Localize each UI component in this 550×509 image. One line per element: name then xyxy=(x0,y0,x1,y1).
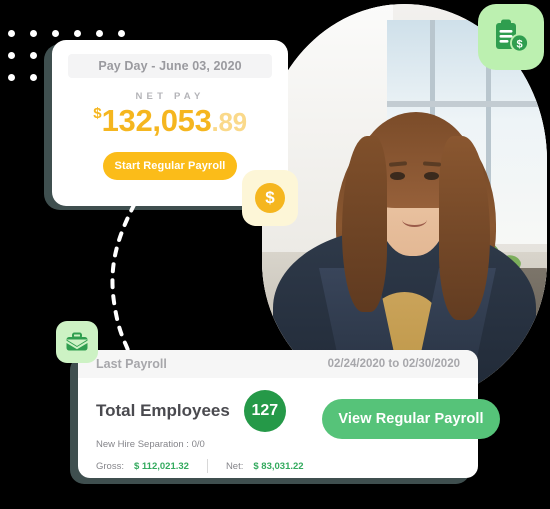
net-label: Net: xyxy=(225,460,244,472)
pay-day-header: Pay Day - June 03, 2020 xyxy=(68,54,272,78)
grid-dot xyxy=(7,29,15,37)
grid-dot xyxy=(29,73,37,81)
net-pay-label: NET PAY xyxy=(135,91,205,102)
dollar-coin-badge: $ xyxy=(242,170,298,226)
currency-symbol: $ xyxy=(93,105,102,122)
net-pay-amount: $132,053.89 xyxy=(52,105,288,136)
grid-dot xyxy=(117,29,125,37)
grid-dot xyxy=(29,29,37,37)
hero-illustration: Pay Day - June 03, 2020 NET PAY $132,053… xyxy=(0,0,550,509)
view-regular-payroll-button[interactable]: View Regular Payroll xyxy=(322,399,500,439)
gross-net-row: Gross: $ 112,021.32 Net: $ 83,031.22 xyxy=(96,459,460,473)
total-employees-label: Total Employees xyxy=(96,401,230,420)
last-payroll-header: Last Payroll 02/24/2020 to 02/30/2020 xyxy=(78,350,478,378)
net-value: $ 83,031.22 xyxy=(253,460,304,472)
new-hire-separation-text: New Hire Separation : 0/0 xyxy=(96,439,205,450)
grid-dot xyxy=(7,73,15,81)
grid-dot xyxy=(95,29,103,37)
amount-cents: .89 xyxy=(211,107,248,137)
grid-dot xyxy=(7,51,15,59)
svg-text:$: $ xyxy=(516,38,522,50)
briefcase-badge xyxy=(56,321,98,363)
last-payroll-title: Last Payroll xyxy=(96,357,167,371)
briefcase-icon xyxy=(66,332,88,351)
clipboard-money-badge: $ xyxy=(478,4,544,70)
amount-whole: 132,053 xyxy=(101,103,212,138)
clipboard-money-icon: $ xyxy=(496,19,529,53)
grid-dot xyxy=(73,29,81,37)
employee-count-badge: 127 xyxy=(243,390,286,432)
last-payroll-date-range: 02/24/2020 to 02/30/2020 xyxy=(327,358,460,370)
grid-dot xyxy=(29,51,37,59)
dollar-coin-icon: $ xyxy=(255,183,285,213)
dashed-connector xyxy=(110,190,144,350)
figures-divider xyxy=(206,459,208,473)
pay-day-label: Pay Day - June 03, 2020 xyxy=(98,59,242,73)
grid-dot xyxy=(51,29,59,37)
gross-value: $ 112,021.32 xyxy=(133,460,189,472)
start-regular-payroll-button[interactable]: Start Regular Payroll xyxy=(103,152,237,180)
gross-label: Gross: xyxy=(96,460,124,472)
